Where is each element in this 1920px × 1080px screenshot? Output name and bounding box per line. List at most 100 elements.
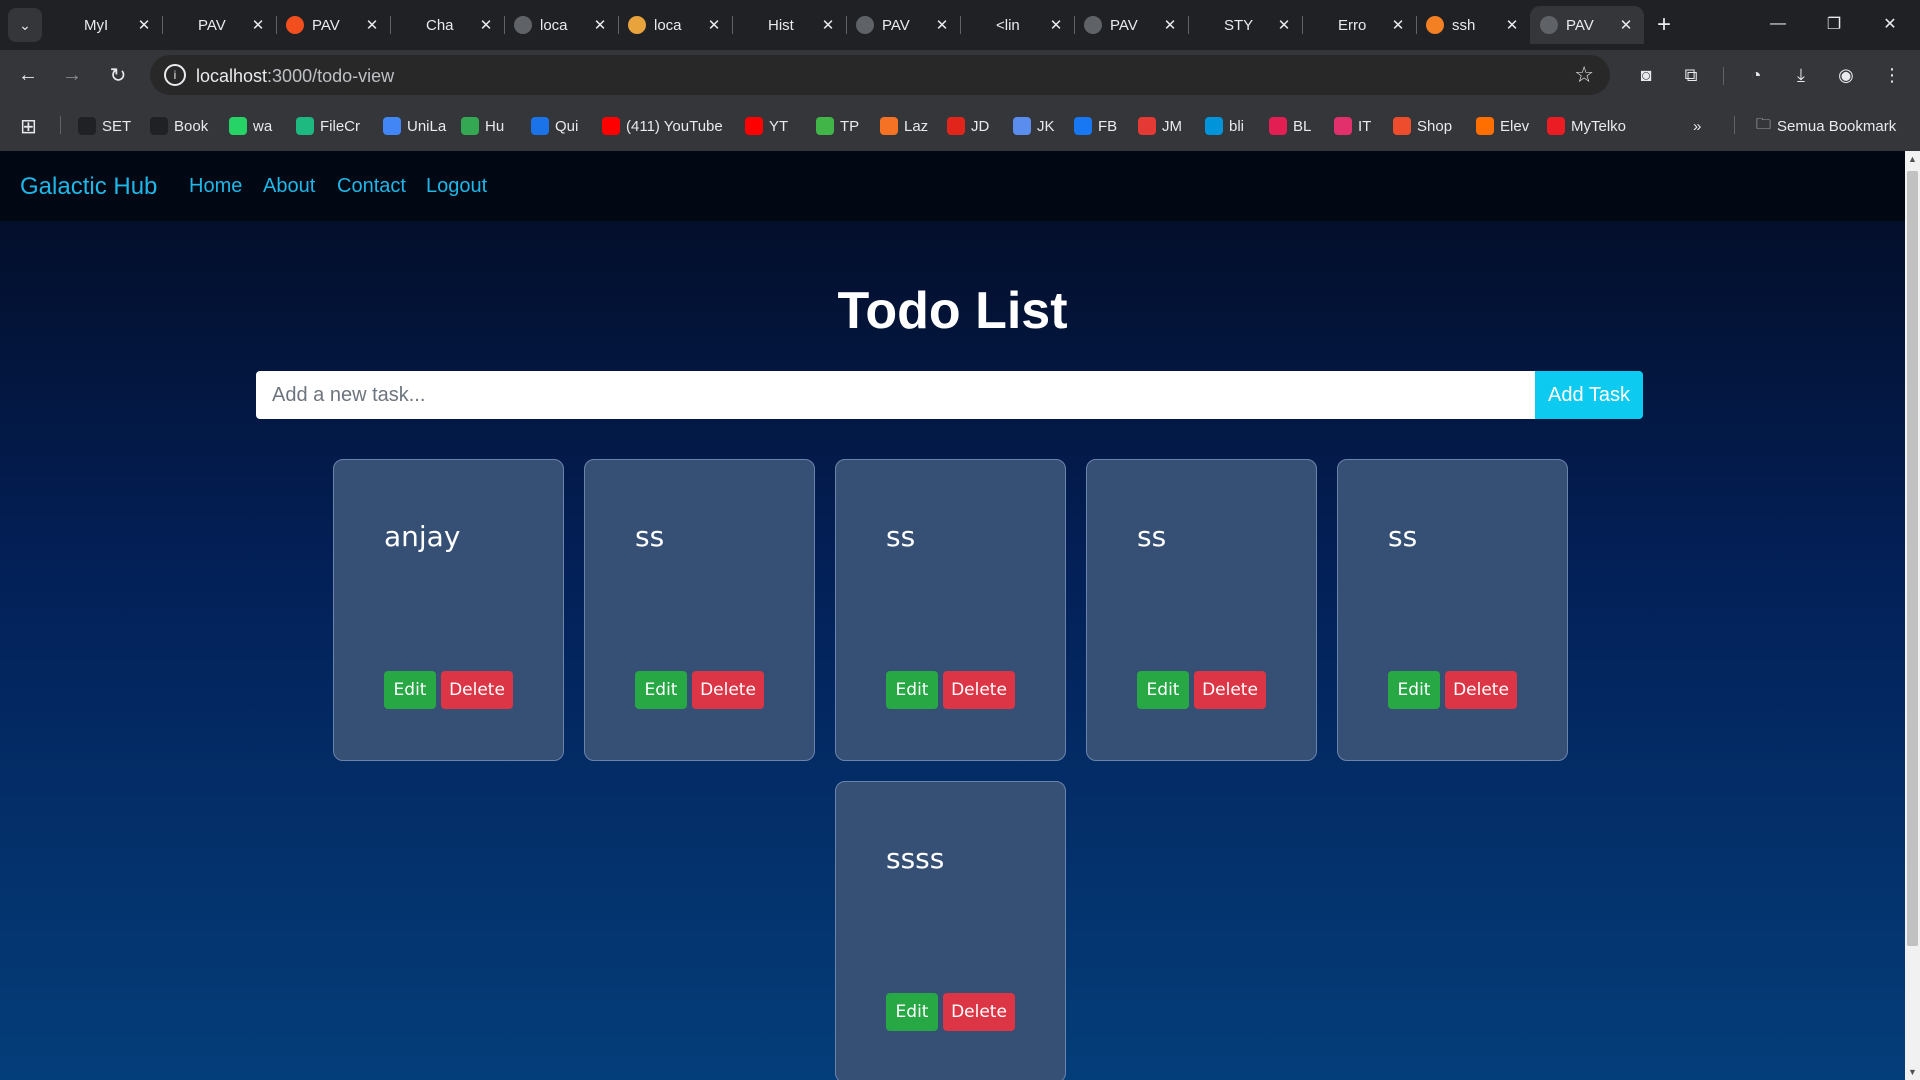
- scroll-up-icon[interactable]: ▲: [1905, 151, 1920, 167]
- page-scrollbar[interactable]: ▲ ▼: [1905, 151, 1920, 1080]
- bookmarks-more-button[interactable]: »: [1693, 114, 1701, 138]
- browser-tab[interactable]: <lin ✕: [960, 6, 1074, 44]
- apps-grid-icon[interactable]: ⊞: [20, 114, 37, 138]
- edit-button[interactable]: Edit: [886, 671, 938, 709]
- browser-tab[interactable]: PAV ✕: [276, 6, 390, 44]
- performance-icon[interactable]: ◔: [1740, 59, 1772, 91]
- delete-button[interactable]: Delete: [692, 671, 764, 709]
- bookmark-item[interactable]: Hu: [461, 114, 504, 138]
- browser-tab[interactable]: PAV ✕: [1074, 6, 1188, 44]
- facebook-icon: [1074, 117, 1092, 135]
- close-tab-icon[interactable]: ✕: [136, 16, 152, 34]
- site-info-icon[interactable]: i: [164, 64, 186, 86]
- minimize-button[interactable]: —: [1750, 0, 1806, 48]
- reading-mode-icon[interactable]: ◙: [1630, 59, 1662, 91]
- delete-button[interactable]: Delete: [1445, 671, 1517, 709]
- nav-home[interactable]: Home: [189, 175, 242, 198]
- extensions-icon[interactable]: ⧉: [1675, 59, 1707, 91]
- edit-button[interactable]: Edit: [886, 993, 938, 1031]
- bookmark-item[interactable]: Elev: [1476, 114, 1529, 138]
- bookmark-item[interactable]: Laz: [880, 114, 928, 138]
- bookmark-item[interactable]: (411) YouTube: [602, 114, 723, 138]
- bookmark-item[interactable]: Qui: [531, 114, 578, 138]
- stackoverflow-icon: [1426, 16, 1444, 34]
- delete-button[interactable]: Delete: [943, 671, 1015, 709]
- edit-button[interactable]: Edit: [1137, 671, 1189, 709]
- delete-button[interactable]: Delete: [441, 671, 513, 709]
- profile-avatar-icon[interactable]: ◉: [1830, 59, 1862, 91]
- bookmark-item[interactable]: YT: [745, 114, 788, 138]
- bookmark-item[interactable]: Book: [150, 114, 208, 138]
- browser-tab[interactable]: STY ✕: [1188, 6, 1302, 44]
- add-task-button[interactable]: Add Task: [1535, 371, 1643, 419]
- forward-button[interactable]: →: [56, 59, 88, 91]
- edit-button[interactable]: Edit: [1388, 671, 1440, 709]
- bookmark-item[interactable]: TP: [816, 114, 859, 138]
- browser-tab[interactable]: PAV ✕: [162, 6, 276, 44]
- bookmark-item[interactable]: JM: [1138, 114, 1182, 138]
- nav-contact[interactable]: Contact: [337, 175, 406, 198]
- close-window-button[interactable]: ✕: [1862, 0, 1918, 48]
- download-icon[interactable]: ⤓: [1785, 59, 1817, 91]
- close-tab-icon[interactable]: ✕: [820, 16, 836, 34]
- menu-kebab-icon[interactable]: ⋮: [1876, 59, 1908, 91]
- edit-button[interactable]: Edit: [635, 671, 687, 709]
- bookmark-item[interactable]: Shop: [1393, 114, 1452, 138]
- close-tab-icon[interactable]: ✕: [250, 16, 266, 34]
- close-tab-icon[interactable]: ✕: [478, 16, 494, 34]
- globe-icon: [1540, 16, 1558, 34]
- close-tab-icon[interactable]: ✕: [1048, 16, 1064, 34]
- browser-tab[interactable]: Erro ✕: [1302, 6, 1416, 44]
- delete-button[interactable]: Delete: [943, 993, 1015, 1031]
- new-task-input[interactable]: [256, 371, 1535, 419]
- delete-button[interactable]: Delete: [1194, 671, 1266, 709]
- bookmark-item[interactable]: SET: [78, 114, 131, 138]
- restore-button[interactable]: ❐: [1806, 0, 1862, 48]
- nav-logout[interactable]: Logout: [426, 175, 487, 198]
- bookmark-item[interactable]: JK: [1013, 114, 1055, 138]
- browser-tab[interactable]: MyI ✕: [48, 6, 162, 44]
- close-tab-icon[interactable]: ✕: [1390, 16, 1406, 34]
- bookmark-label: FB: [1098, 117, 1118, 135]
- bookmark-item[interactable]: MyTelko: [1547, 114, 1626, 138]
- all-bookmarks-folder[interactable]: 🗀 Semua Bookmark: [1756, 114, 1896, 138]
- bookmark-label: wa: [253, 117, 273, 135]
- bookmark-item[interactable]: UniLa: [383, 114, 446, 138]
- browser-tab[interactable]: ssh ✕: [1416, 6, 1530, 44]
- bookmark-item[interactable]: FB: [1074, 114, 1117, 138]
- browser-tab[interactable]: PAV ✕: [1530, 6, 1644, 44]
- bookmark-item[interactable]: JD: [947, 114, 989, 138]
- scrollbar-thumb[interactable]: [1907, 171, 1918, 946]
- bookmark-item[interactable]: wa: [229, 114, 272, 138]
- bukalapak-icon: [1269, 117, 1287, 135]
- bookmark-star-icon[interactable]: ☆: [1574, 62, 1594, 88]
- all-bookmarks-label: Semua Bookmark: [1777, 117, 1897, 135]
- tab-search-button[interactable]: ⌄: [8, 8, 42, 42]
- address-url[interactable]: localhost:3000/todo-view: [196, 66, 394, 87]
- nav-about[interactable]: About: [263, 175, 315, 198]
- close-tab-icon[interactable]: ✕: [934, 16, 950, 34]
- bookmark-item[interactable]: bli: [1205, 114, 1244, 138]
- address-bar[interactable]: i localhost:3000/todo-view ☆: [150, 55, 1610, 95]
- close-tab-icon[interactable]: ✕: [1162, 16, 1178, 34]
- close-tab-icon[interactable]: ✕: [592, 16, 608, 34]
- new-tab-button[interactable]: +: [1650, 9, 1678, 41]
- close-tab-icon[interactable]: ✕: [706, 16, 722, 34]
- browser-tab[interactable]: Hist ✕: [732, 6, 846, 44]
- close-tab-icon[interactable]: ✕: [1276, 16, 1292, 34]
- close-tab-icon[interactable]: ✕: [1618, 16, 1634, 34]
- bookmark-item[interactable]: BL: [1269, 114, 1311, 138]
- back-button[interactable]: ←: [12, 59, 44, 91]
- browser-tab[interactable]: Cha ✕: [390, 6, 504, 44]
- close-tab-icon[interactable]: ✕: [1504, 16, 1520, 34]
- bookmark-item[interactable]: FileCr: [296, 114, 360, 138]
- browser-tab[interactable]: loca ✕: [618, 6, 732, 44]
- edit-button[interactable]: Edit: [384, 671, 436, 709]
- browser-tab[interactable]: loca ✕: [504, 6, 618, 44]
- browser-tab[interactable]: PAV ✕: [846, 6, 960, 44]
- reload-button[interactable]: ↻: [102, 59, 134, 91]
- bookmark-item[interactable]: IT: [1334, 114, 1371, 138]
- scroll-down-icon[interactable]: ▼: [1905, 1064, 1920, 1080]
- brand-link[interactable]: Galactic Hub: [20, 173, 157, 201]
- close-tab-icon[interactable]: ✕: [364, 16, 380, 34]
